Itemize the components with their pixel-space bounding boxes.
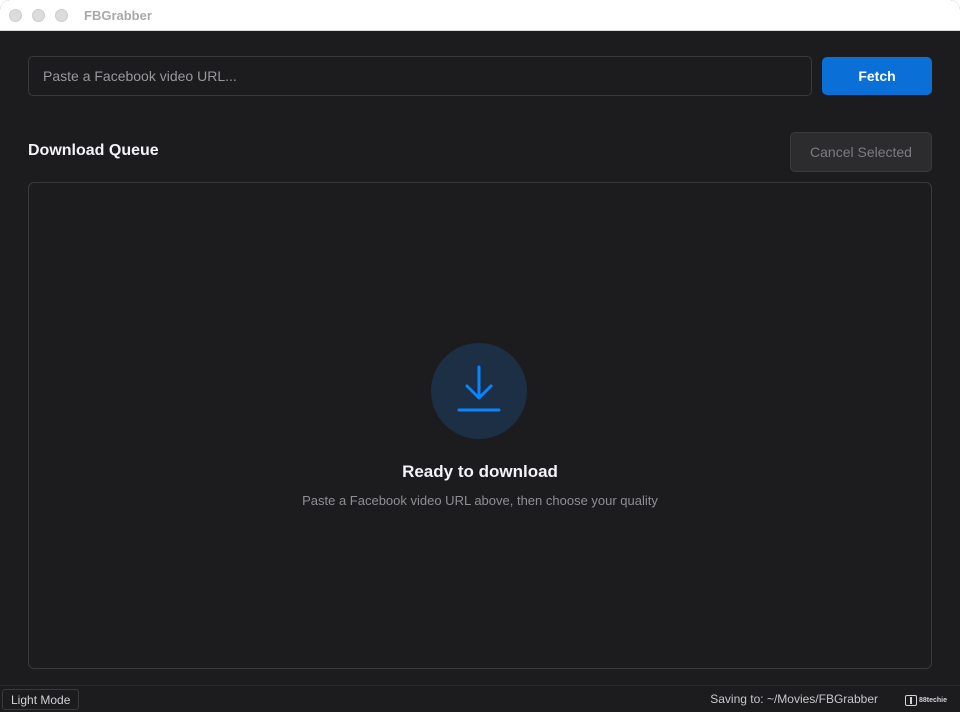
brand-mark-icon bbox=[905, 694, 917, 706]
window-title: FBGrabber bbox=[84, 8, 152, 23]
minimize-window-button[interactable] bbox=[32, 9, 45, 22]
close-window-button[interactable] bbox=[9, 9, 22, 22]
brand-text: 88techie bbox=[919, 696, 948, 704]
queue-title: Download Queue bbox=[28, 142, 159, 159]
zoom-window-button[interactable] bbox=[55, 9, 68, 22]
download-icon bbox=[457, 365, 501, 412]
url-input[interactable] bbox=[28, 56, 812, 96]
download-queue-panel: Ready to download Paste a Facebook video… bbox=[28, 182, 932, 669]
brand-logo: 88techie bbox=[905, 693, 947, 707]
status-bar: Light Mode Saving to: ~/Movies/FBGrabber… bbox=[0, 685, 960, 712]
title-bar: FBGrabber bbox=[0, 0, 960, 31]
empty-state-subtitle: Paste a Facebook video URL above, then c… bbox=[302, 493, 658, 508]
light-mode-button[interactable]: Light Mode bbox=[2, 689, 80, 710]
fetch-button[interactable]: Fetch bbox=[822, 57, 932, 95]
empty-state-title: Ready to download bbox=[402, 462, 558, 481]
app-window: FBGrabber Fetch Download Queue Cancel Se… bbox=[0, 0, 960, 712]
main-content: Fetch Download Queue Cancel Selected Rea… bbox=[0, 32, 960, 685]
save-location-text: Saving to: ~/Movies/FBGrabber bbox=[710, 692, 878, 706]
cancel-selected-button[interactable]: Cancel Selected bbox=[790, 132, 932, 172]
empty-state-icon-circle bbox=[431, 343, 527, 439]
